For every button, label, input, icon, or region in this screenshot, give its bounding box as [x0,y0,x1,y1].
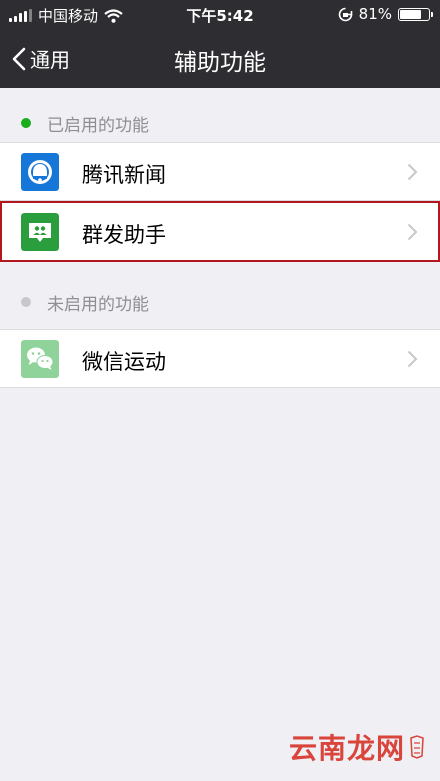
status-dot-icon [21,297,31,307]
section-title: 已启用的功能 [47,115,149,136]
list-item-mass-message[interactable]: 群发助手 [0,201,440,262]
list-item-label: 群发助手 [82,223,166,247]
chevron-right-icon [407,163,418,181]
mass-message-icon [21,213,59,251]
wechat-sports-icon [21,340,59,378]
list-item-tencent-news[interactable]: 腾讯新闻 [0,142,440,201]
list-item-label: 腾讯新闻 [82,163,166,187]
battery-icon [398,7,433,21]
list-item-wechat-sports[interactable]: 微信运动 [0,329,440,388]
navigation-bar: 通用 辅助功能 [0,30,440,88]
section-title: 未启用的功能 [47,294,149,315]
status-dot-icon [21,118,31,128]
status-bar: 中国移动 下午5:42 81% [0,0,440,30]
watermark: 云南龙网 [289,727,426,767]
section-header-enabled: 已启用的功能 [0,98,440,148]
watermark-text: 云南龙网 [288,732,405,765]
battery-percent: 81% [358,5,392,23]
tencent-news-icon [21,153,59,191]
watermark-logo [410,735,424,759]
chevron-right-icon [407,223,418,241]
section-header-disabled: 未启用的功能 [0,277,440,327]
list-item-label: 微信运动 [82,350,166,374]
rotation-lock-icon [338,7,352,21]
chevron-right-icon [407,350,418,368]
page-title: 辅助功能 [174,50,266,76]
